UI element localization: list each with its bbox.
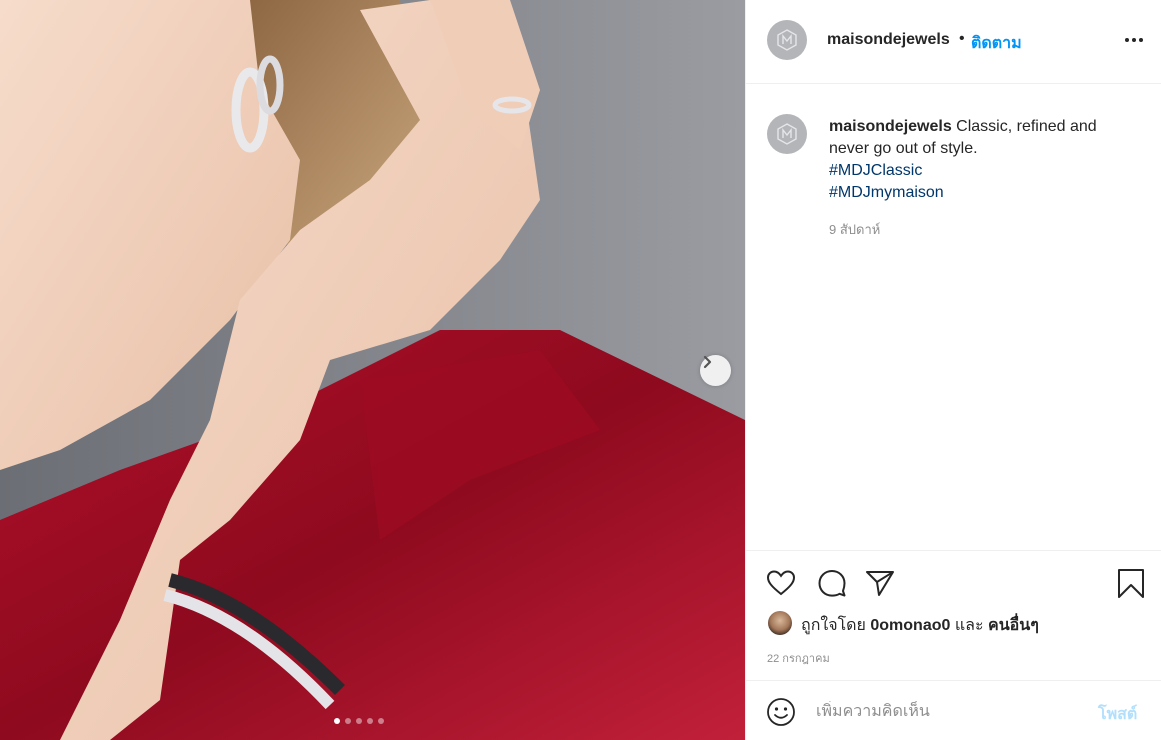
liker-username[interactable]: 0omonao0	[870, 617, 950, 634]
brand-logo-icon	[777, 29, 797, 51]
post-comment-button[interactable]: โพสต์	[1098, 702, 1137, 727]
emoji-icon[interactable]	[766, 697, 796, 727]
comment-input[interactable]	[816, 701, 1076, 723]
paper-plane-icon[interactable]	[864, 567, 896, 599]
likes-others-link[interactable]: คนอื่นๆ	[988, 617, 1039, 634]
post-header: maisondejewels • ติดตาม	[746, 0, 1161, 84]
next-image-button[interactable]	[700, 355, 731, 386]
liker-avatar[interactable]	[768, 611, 792, 635]
heart-icon[interactable]	[765, 567, 797, 599]
comment-icon[interactable]	[816, 567, 848, 599]
hashtag-link[interactable]: #MDJmymaison	[829, 182, 1129, 204]
likes-conjunction: และ	[954, 617, 984, 634]
post-date[interactable]: 22 กรกฎาคม	[767, 649, 830, 667]
likes-summary: ถูกใจโดย 0omonao0 และ คนอื่นๆ	[801, 613, 1039, 638]
account-avatar[interactable]	[767, 20, 807, 60]
post-actions: ถูกใจโดย 0omonao0 และ คนอื่นๆ 22 กรกฎาคม	[746, 550, 1161, 680]
caption-timestamp[interactable]: 9 สัปดาห์	[829, 219, 880, 240]
hashtag-link[interactable]: #MDJClassic	[829, 160, 1129, 182]
carousel-dot	[356, 718, 362, 724]
header-separator: •	[959, 30, 965, 47]
post-details-panel: maisondejewels • ติดตาม maisondejewels C…	[745, 0, 1161, 740]
comment-bar: โพสต์	[746, 680, 1161, 740]
header-username[interactable]: maisondejewels	[827, 31, 950, 49]
carousel-dot	[367, 718, 373, 724]
photo-illustration	[0, 0, 745, 740]
bookmark-icon[interactable]	[1115, 567, 1147, 599]
likes-prefix: ถูกใจโดย	[801, 617, 866, 634]
post-caption: maisondejewels Classic, refined and neve…	[829, 116, 1129, 204]
caption-username[interactable]: maisondejewels	[829, 118, 952, 135]
post-photo[interactable]	[0, 0, 745, 740]
follow-button[interactable]: ติดตาม	[971, 31, 1022, 56]
carousel-dot	[378, 718, 384, 724]
chevron-right-icon	[703, 355, 712, 369]
carousel-indicator	[334, 718, 384, 724]
more-options-icon[interactable]	[1122, 28, 1146, 52]
brand-logo-icon	[777, 123, 797, 145]
carousel-dot	[345, 718, 351, 724]
caption-avatar[interactable]	[767, 114, 807, 154]
carousel-dot-active	[334, 718, 340, 724]
